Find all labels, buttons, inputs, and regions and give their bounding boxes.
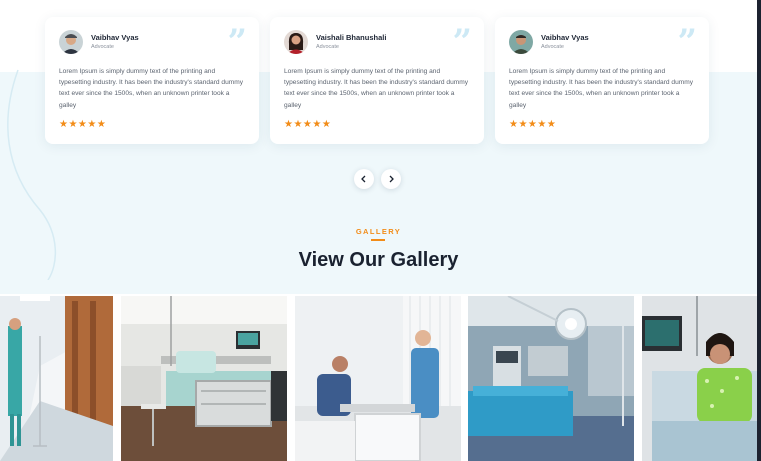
chevron-right-icon bbox=[389, 175, 394, 183]
rating-stars: ★★★★★ bbox=[59, 119, 107, 130]
reviewer-role: Advocate bbox=[316, 44, 339, 50]
gallery-image-nurse-patient[interactable] bbox=[295, 296, 461, 461]
quote-icon: ” bbox=[227, 22, 247, 62]
reviewer-name: Vaishali Bhanushali bbox=[316, 33, 387, 42]
testimonial-card: Vaibhav Vyas Advocate ” Lorem Ipsum is s… bbox=[495, 17, 709, 144]
testimonial-text: Lorem Ipsum is simply dummy text of the … bbox=[509, 68, 694, 109]
testimonial-text: Lorem Ipsum is simply dummy text of the … bbox=[59, 68, 244, 109]
quote-icon: ” bbox=[452, 22, 472, 62]
reviewer-role: Advocate bbox=[91, 44, 114, 50]
rating-stars: ★★★★★ bbox=[284, 119, 332, 130]
gallery-image-operating-room[interactable] bbox=[468, 296, 634, 461]
chevron-left-icon bbox=[361, 175, 366, 183]
reviewer-role: Advocate bbox=[541, 44, 564, 50]
scrollbar[interactable] bbox=[757, 0, 761, 461]
avatar bbox=[59, 30, 83, 54]
avatar bbox=[509, 30, 533, 54]
eyebrow-underline bbox=[371, 239, 385, 241]
gallery-title: View Our Gallery bbox=[298, 249, 459, 271]
carousel-prev-button[interactable] bbox=[354, 169, 374, 189]
gallery-eyebrow: GALLERY bbox=[355, 227, 402, 236]
testimonial-card: Vaibhav Vyas Advocate ” Lorem Ipsum is s… bbox=[45, 17, 259, 144]
rating-stars: ★★★★★ bbox=[509, 119, 557, 130]
testimonial-card: Vaishali Bhanushali Advocate ” Lorem Ips… bbox=[270, 17, 484, 144]
gallery-image-hospital-room[interactable] bbox=[121, 296, 287, 461]
gallery-image-corridor[interactable] bbox=[0, 296, 113, 461]
testimonial-text: Lorem Ipsum is simply dummy text of the … bbox=[284, 68, 469, 109]
carousel-next-button[interactable] bbox=[381, 169, 401, 189]
gallery-image-patient-bed[interactable] bbox=[642, 296, 757, 461]
avatar bbox=[284, 30, 308, 54]
quote-icon: ” bbox=[677, 22, 697, 62]
reviewer-name: Vaibhav Vyas bbox=[541, 33, 589, 42]
reviewer-name: Vaibhav Vyas bbox=[91, 33, 139, 42]
